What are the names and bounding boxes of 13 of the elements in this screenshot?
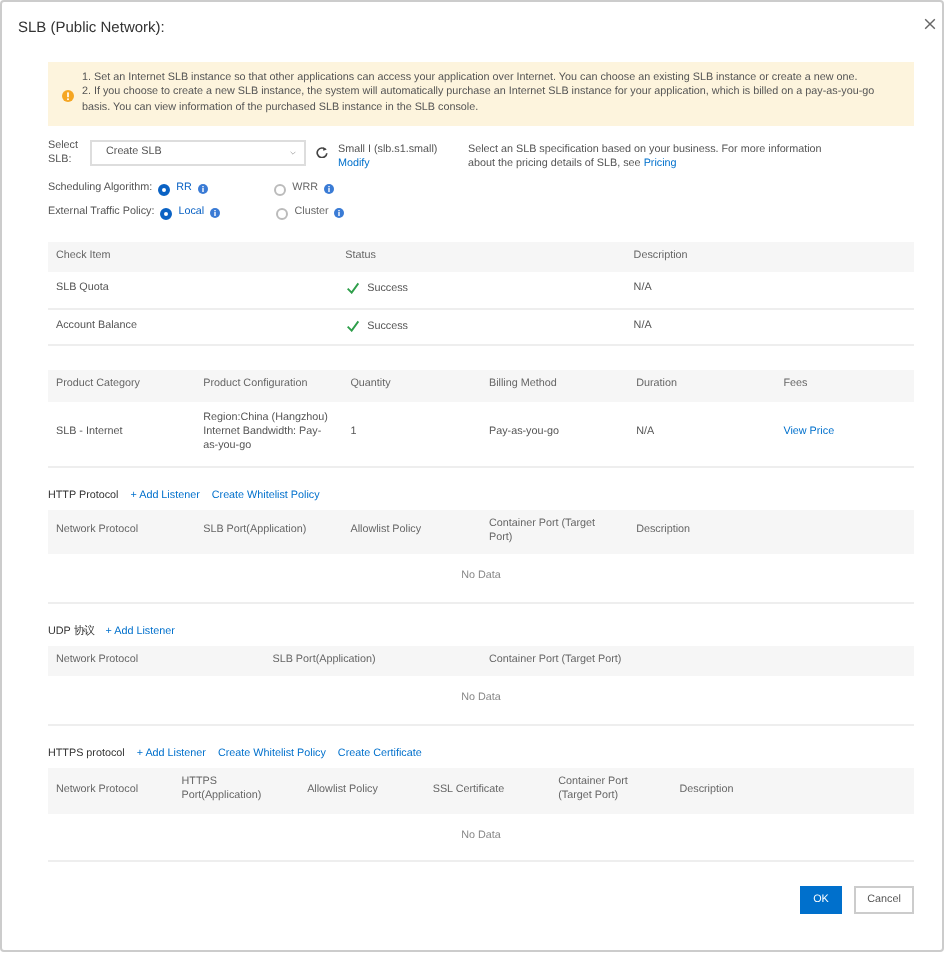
info-icon bbox=[197, 184, 208, 195]
radio-button[interactable] bbox=[276, 207, 289, 220]
warning-icon bbox=[62, 90, 74, 103]
close-button[interactable] bbox=[924, 14, 936, 32]
info-icon bbox=[210, 208, 221, 219]
info-icon bbox=[334, 208, 345, 219]
info-icon bbox=[324, 184, 335, 195]
radio-button[interactable] bbox=[274, 183, 287, 196]
check-icon bbox=[345, 281, 360, 294]
radio-button[interactable] bbox=[160, 207, 173, 220]
check-icon bbox=[345, 319, 360, 332]
radio-button[interactable] bbox=[158, 183, 171, 196]
refresh-icon bbox=[316, 146, 328, 159]
